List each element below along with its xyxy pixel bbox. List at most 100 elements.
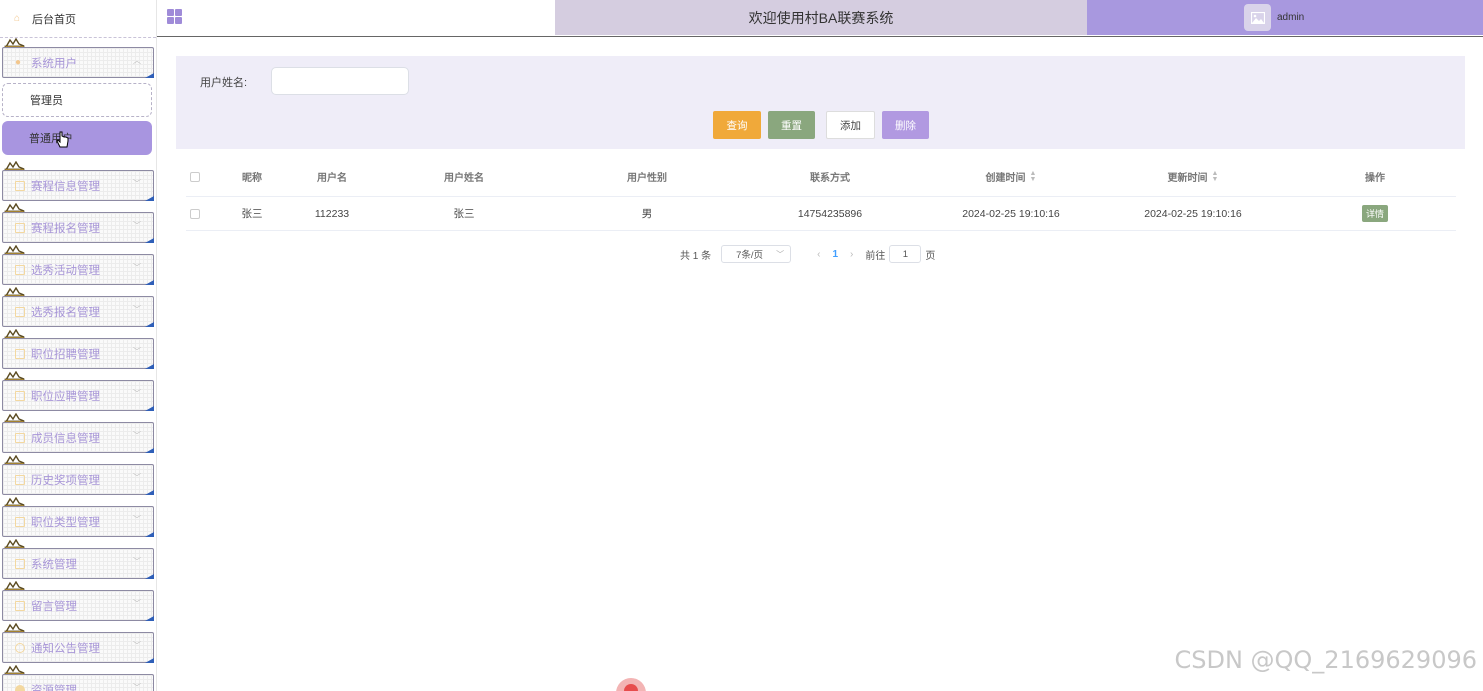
chevron-down-icon: ﹀ (133, 683, 141, 691)
delete-button[interactable]: 删除 (882, 111, 929, 139)
goto-page-input[interactable]: 1 (889, 245, 922, 263)
page-size-value: 7条/页 (736, 250, 764, 261)
name-label: 用户姓名: (200, 77, 248, 89)
document-icon (15, 474, 25, 485)
detail-button[interactable]: 详情 (1361, 205, 1388, 222)
menu-group-system-users[interactable]: ● 系统用户 ︿ (0, 38, 156, 80)
message-icon (15, 600, 25, 611)
add-button[interactable]: 添加 (826, 111, 875, 139)
chevron-down-icon: ﹀ (133, 473, 141, 482)
sort-icon[interactable]: ▲ ▼ (1212, 170, 1219, 183)
column-header-created[interactable]: 创建时间 ▲ ▼ (956, 157, 1066, 196)
cell-phone: 14754235896 (797, 207, 863, 220)
chevron-down-icon: ﹀ (133, 221, 141, 230)
document-icon (15, 390, 25, 401)
document-icon (15, 432, 25, 443)
menu-label: 留言管理 (31, 600, 77, 613)
page-size-select[interactable]: 7条/页 ﹀ (721, 245, 792, 263)
menu-group-system-manage[interactable]: 系统管理 ﹀ (0, 539, 156, 581)
mouse-cursor-icon (56, 131, 69, 148)
chevron-down-icon: ﹀ (133, 641, 141, 650)
avatar[interactable] (1244, 4, 1271, 31)
menu-group-schedule-signup[interactable]: 赛程报名管理 ﹀ (0, 203, 156, 245)
top-header: 欢迎使用村BA联赛系统 admin (157, 0, 1483, 37)
menu-group-job-type[interactable]: 职位类型管理 ﹀ (0, 497, 156, 539)
image-icon (1250, 11, 1265, 24)
chevron-down-icon: ﹀ (133, 515, 141, 524)
menu-label: 选秀活动管理 (31, 264, 100, 277)
menu-group-notice[interactable]: 通知公告管理 ﹀ (0, 623, 156, 665)
table-header-row: 昵称 用户名 用户姓名 用户性别 联系方式 创建时间 ▲ ▼ 更新时间 ▲ ▼ 操作 (186, 157, 1456, 197)
document-icon (15, 222, 25, 233)
chevron-down-icon: ﹀ (133, 599, 141, 608)
menu-group-schedule-info[interactable]: 赛程信息管理 ﹀ (0, 161, 156, 203)
cell-created: 2024-02-25 19:10:16 (962, 207, 1060, 220)
column-header: 用户名 (317, 173, 347, 184)
home-label: 后台首页 (32, 13, 76, 26)
username: admin (1277, 12, 1305, 23)
total-count: 共 1 条 (680, 250, 712, 262)
cell-username: 112233 (314, 207, 350, 220)
column-header: 操作 (1365, 173, 1385, 184)
page-number[interactable]: 1 (832, 249, 838, 260)
name-search-input[interactable] (271, 67, 409, 95)
user-table: 昵称 用户名 用户姓名 用户性别 联系方式 创建时间 ▲ ▼ 更新时间 ▲ ▼ 操作 张… (186, 157, 1456, 231)
next-page-icon[interactable]: › (850, 249, 853, 260)
chevron-down-icon: ﹀ (133, 305, 141, 314)
document-icon (15, 306, 25, 317)
submenu-item-admin[interactable]: 管理员 (2, 83, 152, 117)
column-header: 用户性别 (627, 173, 667, 184)
header-left (157, 0, 555, 36)
menu-group-message[interactable]: 留言管理 ﹀ (0, 581, 156, 623)
document-icon (15, 264, 25, 275)
submenu-item-normal-user[interactable]: 普通用户 (2, 121, 152, 155)
menu-group-draft-activity[interactable]: 选秀活动管理 ﹀ (0, 245, 156, 287)
chevron-down-icon: ﹀ (133, 263, 141, 272)
menu-label: 资源管理 (31, 684, 77, 691)
cell-gender: 男 (641, 208, 653, 220)
header-user[interactable]: admin (1087, 0, 1483, 35)
sort-icon[interactable]: ▲ ▼ (1030, 170, 1037, 183)
menu-group-job-apply[interactable]: 职位应聘管理 ﹀ (0, 371, 156, 413)
menu-label: 系统用户 (31, 57, 77, 70)
column-header: 昵称 (242, 173, 262, 184)
watermark: CSDN @QQ_2169629096 (1174, 646, 1477, 674)
cell-updated: 2024-02-25 19:10:16 (1144, 207, 1242, 220)
chevron-down-icon: ﹀ (133, 557, 141, 566)
user-icon: ● (15, 56, 22, 68)
chevron-down-icon: ﹀ (133, 431, 141, 440)
query-button[interactable]: 查询 (713, 111, 761, 139)
chevron-down-icon: ﹀ (133, 347, 141, 356)
chevron-down-icon: ﹀ (776, 250, 785, 259)
menu-label: 赛程信息管理 (31, 180, 100, 193)
prev-page-icon[interactable]: ‹ (817, 249, 820, 260)
menu-group-job-recruit[interactable]: 职位招聘管理 ﹀ (0, 329, 156, 371)
pagination: 共 1 条 7条/页 ﹀ ‹ 1 › 前往 1 页 (680, 245, 935, 263)
page-unit: 页 (925, 250, 936, 262)
settings-icon (15, 558, 25, 569)
menu-label: 职位应聘管理 (31, 390, 100, 403)
cell-realname: 张三 (453, 208, 475, 220)
menu-group-draft-signup[interactable]: 选秀报名管理 ﹀ (0, 287, 156, 329)
menu-toggle-grid-icon[interactable] (167, 9, 182, 24)
column-header: 更新时间 (1167, 173, 1208, 184)
reset-button[interactable]: 重置 (768, 111, 815, 139)
row-checkbox[interactable] (190, 208, 200, 219)
column-header-updated[interactable]: 更新时间 ▲ ▼ (1138, 157, 1248, 196)
column-header: 联系方式 (810, 173, 850, 184)
menu-label: 成员信息管理 (31, 432, 100, 445)
floating-record-icon[interactable] (616, 678, 646, 691)
menu-label: 赛程报名管理 (31, 222, 100, 235)
menu-group-member-info[interactable]: 成员信息管理 ﹀ (0, 413, 156, 455)
search-panel: 用户姓名: 查询 重置 添加 删除 (176, 56, 1465, 149)
menu-label: 选秀报名管理 (31, 306, 100, 319)
menu-group-resource[interactable]: 资源管理 ﹀ (0, 665, 156, 691)
document-icon (15, 348, 25, 359)
menu-label: 系统管理 (31, 558, 77, 571)
header-title: 欢迎使用村BA联赛系统 (555, 0, 1087, 35)
select-all-checkbox[interactable] (190, 171, 200, 182)
menu-group-history-awards[interactable]: 历史奖项管理 ﹀ (0, 455, 156, 497)
chevron-down-icon: ﹀ (133, 179, 141, 188)
goto-label: 前往 (865, 250, 886, 262)
sidebar-home[interactable]: ⌂ 后台首页 (0, 0, 156, 38)
